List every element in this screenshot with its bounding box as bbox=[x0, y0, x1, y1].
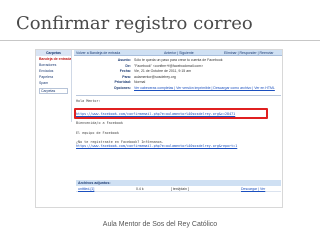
folder-sidebar: Carpetas Bandeja de entrada Borradores E… bbox=[36, 50, 72, 122]
confirmation-link-highlight bbox=[74, 108, 268, 119]
folders-button[interactable]: Carpetas bbox=[39, 88, 68, 94]
slide-footer: Aula Mentor de Sos del Rey Católico bbox=[102, 221, 218, 228]
message-actions-links[interactable]: Eliminar | Responder | Reenviar bbox=[224, 50, 273, 56]
message-header: Asunto: Sólo te queda un paso para crear … bbox=[76, 58, 281, 91]
webmail-screenshot: Carpetas Bandeja de entrada Borradores E… bbox=[35, 49, 283, 208]
back-to-inbox-link[interactable]: Volver a Bandeja de entrada bbox=[76, 50, 120, 56]
prev-next-links[interactable]: Anterior | Siguiente bbox=[164, 50, 194, 56]
attachment-name[interactable]: untitled-[1] bbox=[78, 186, 94, 192]
message-toolbar: Volver a Bandeja de entrada Anterior | S… bbox=[74, 50, 282, 56]
attachment-actions[interactable]: Descargar | Ver bbox=[241, 186, 265, 192]
message-body: Hola Mentor: https://www.facebook.com/co… bbox=[76, 95, 281, 165]
slide-title: Confirmar registro correo bbox=[16, 13, 253, 34]
attachment-type: [ text/plain ] bbox=[171, 187, 189, 191]
header-row-options: Opciones: Ver cabeceras completas | Ver v… bbox=[113, 85, 275, 90]
attachment-row: untitled-[1] 0.4 k [ text/plain ] Descar… bbox=[76, 186, 281, 192]
report-link[interactable]: https://www.facebook.com/confirmemail.ph… bbox=[76, 144, 281, 149]
title-divider bbox=[0, 40, 320, 41]
attachments-section: Archivos adjuntos: untitled-[1] 0.4 k [ … bbox=[76, 180, 281, 192]
attachment-size: 0.4 k bbox=[136, 187, 144, 191]
sidebar-item-spam[interactable]: Spam bbox=[36, 80, 71, 86]
